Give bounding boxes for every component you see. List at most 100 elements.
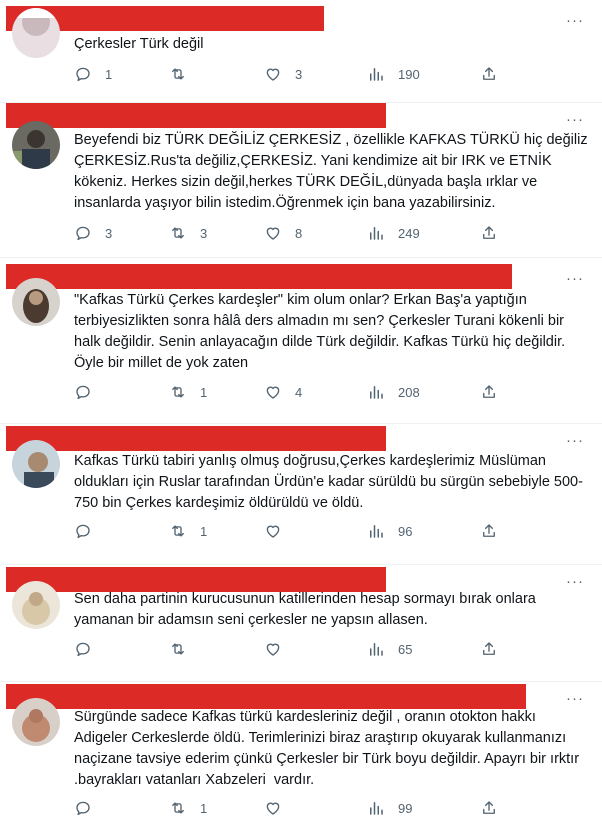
views-icon — [370, 525, 383, 538]
retweet-icon — [172, 802, 184, 814]
like-count: 3 — [295, 66, 303, 82]
reply-count: 1 — [105, 66, 113, 82]
tweet-actions: 65 — [74, 640, 514, 660]
avatar[interactable] — [12, 278, 60, 326]
tweet-text: Sen daha partinin kurucusunun katillerin… — [74, 591, 540, 628]
like-button[interactable]: 4 — [264, 383, 302, 401]
share-button[interactable] — [480, 224, 498, 242]
retweet-button[interactable]: 3 — [169, 224, 207, 242]
views-icon — [370, 68, 383, 81]
avatar[interactable] — [12, 440, 60, 488]
tweet-actions: 1 99 — [74, 799, 514, 819]
retweet-button[interactable]: 1 — [169, 799, 207, 817]
like-button[interactable] — [264, 799, 295, 817]
share-button[interactable] — [480, 522, 498, 540]
reply-button[interactable] — [74, 522, 105, 540]
retweet-icon — [172, 68, 184, 80]
more-icon[interactable]: ··· — [566, 690, 584, 707]
retweet-count: 1 — [200, 384, 208, 400]
retweet-icon — [172, 227, 184, 239]
views-button[interactable]: 208 — [367, 383, 420, 401]
views-button[interactable]: 249 — [367, 224, 420, 242]
avatar[interactable] — [12, 121, 60, 169]
like-button[interactable]: 8 — [264, 224, 302, 242]
view-count: 65 — [398, 641, 413, 657]
reply-count: 3 — [105, 225, 113, 241]
views-button[interactable]: 190 — [367, 65, 420, 83]
tweet[interactable]: ··· Sürgünde sadece Kafkas türkü kardesl… — [0, 682, 602, 833]
like-button[interactable] — [264, 522, 295, 540]
more-icon[interactable]: ··· — [566, 12, 584, 29]
reply-button[interactable] — [74, 799, 105, 817]
like-count: 8 — [295, 225, 303, 241]
reply-button[interactable]: 1 — [74, 65, 112, 83]
reply-icon — [76, 226, 90, 241]
views-button[interactable]: 99 — [367, 799, 412, 817]
tweet-actions: 3 3 8 249 — [74, 224, 514, 244]
share-button[interactable] — [480, 799, 498, 817]
reply-icon — [76, 524, 90, 539]
share-icon — [483, 67, 495, 80]
views-icon — [370, 643, 383, 656]
share-icon — [483, 801, 495, 814]
avatar[interactable] — [12, 581, 60, 629]
heart-icon — [266, 68, 280, 81]
retweet-button[interactable] — [169, 640, 200, 658]
tweet[interactable]: ··· Sen daha partinin kurucusunun katill… — [0, 565, 602, 682]
share-icon — [483, 642, 495, 655]
views-icon — [370, 386, 383, 399]
redacted-username — [6, 684, 526, 709]
reply-icon — [76, 385, 90, 400]
views-icon — [370, 802, 383, 815]
retweet-button[interactable] — [169, 65, 200, 83]
view-count: 96 — [398, 523, 413, 539]
tweet[interactable]: ··· Kafkas Türkü tabiri yanlış olmuş doğ… — [0, 424, 602, 565]
redacted-username — [6, 426, 386, 451]
reply-button[interactable] — [74, 640, 105, 658]
share-button[interactable] — [480, 65, 498, 83]
retweet-button[interactable]: 1 — [169, 522, 207, 540]
reply-button[interactable] — [74, 383, 105, 401]
reply-feed: ··· Çerkesler Türk değil 1 3 190 ··· Bey… — [0, 0, 602, 833]
tweet-text: "Kafkas Türkü Çerkes kardeşler" kim olum… — [74, 292, 570, 371]
retweet-icon — [172, 525, 184, 537]
heart-icon — [266, 386, 280, 399]
like-button[interactable]: 3 — [264, 65, 302, 83]
retweet-count: 1 — [200, 523, 208, 539]
view-count: 190 — [398, 66, 420, 82]
tweet[interactable]: ··· Çerkesler Türk değil 1 3 190 — [0, 0, 602, 103]
share-icon — [483, 226, 495, 239]
view-count: 249 — [398, 225, 420, 241]
more-icon[interactable]: ··· — [566, 432, 584, 449]
share-button[interactable] — [480, 640, 498, 658]
more-icon[interactable]: ··· — [566, 270, 584, 287]
tweet-actions: 1 96 — [74, 522, 514, 542]
heart-icon — [266, 227, 280, 240]
retweet-button[interactable]: 1 — [169, 383, 207, 401]
more-icon[interactable]: ··· — [566, 111, 584, 128]
tweet-text: Beyefendi biz TÜRK DEĞİLİZ ÇERKESİZ , öz… — [74, 132, 592, 211]
share-button[interactable] — [480, 383, 498, 401]
tweet-text: Sürgünde sadece Kafkas türkü kardeslerin… — [74, 709, 584, 788]
avatar[interactable] — [12, 8, 60, 58]
tweet[interactable]: ··· "Kafkas Türkü Çerkes kardeşler" kim … — [0, 258, 602, 424]
heart-icon — [266, 802, 280, 815]
avatar[interactable] — [12, 698, 60, 746]
tweet-text: Kafkas Türkü tabiri yanlış olmuş doğrusu… — [74, 453, 583, 511]
tweet-text: Çerkesler Türk değil — [74, 36, 204, 52]
like-button[interactable] — [264, 640, 295, 658]
reply-icon — [76, 67, 90, 82]
like-count: 4 — [295, 384, 303, 400]
retweet-icon — [172, 386, 184, 398]
tweet[interactable]: ··· Beyefendi biz TÜRK DEĞİLİZ ÇERKESİZ … — [0, 103, 602, 258]
views-button[interactable]: 96 — [367, 522, 412, 540]
share-icon — [483, 524, 495, 537]
more-icon[interactable]: ··· — [566, 573, 584, 590]
reply-icon — [76, 642, 90, 657]
reply-button[interactable]: 3 — [74, 224, 112, 242]
redacted-username — [6, 264, 512, 289]
views-icon — [370, 227, 383, 240]
share-icon — [483, 385, 495, 398]
reply-icon — [76, 801, 90, 816]
views-button[interactable]: 65 — [367, 640, 412, 658]
